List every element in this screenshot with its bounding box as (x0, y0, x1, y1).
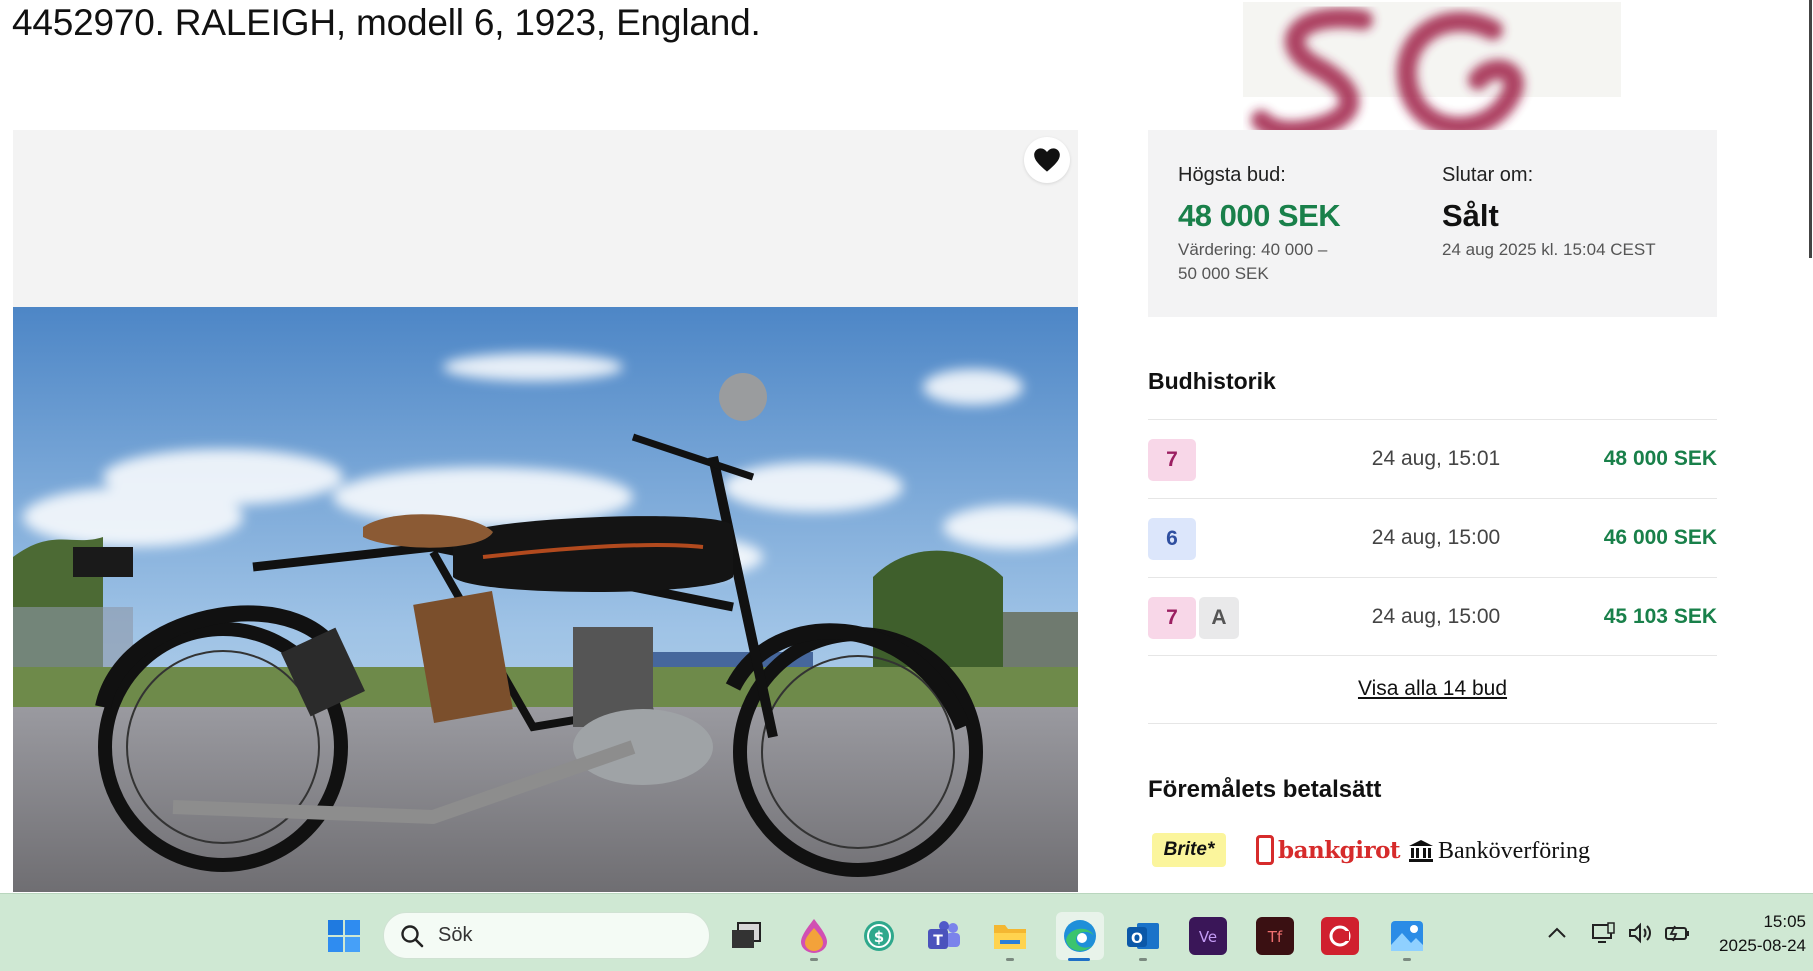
bankgirot-logo: bankgirot (1256, 831, 1401, 869)
running-indicator (1403, 958, 1411, 961)
network-icon[interactable] (1590, 921, 1616, 945)
red-app-button[interactable] (1321, 917, 1359, 955)
teams-app-button[interactable]: T (925, 917, 963, 955)
task-view-icon (732, 922, 761, 948)
ve-app-button[interactable]: Ve (1189, 917, 1227, 955)
outlook-app-button[interactable]: O (1124, 917, 1162, 955)
divider (1148, 723, 1717, 724)
paint-app-button[interactable] (795, 917, 833, 955)
file-explorer-button[interactable] (991, 917, 1029, 955)
ends-label: Slutar om: (1442, 164, 1534, 186)
highest-bid-value: 48 000 SEK (1178, 198, 1341, 233)
red-app-icon (1329, 925, 1351, 947)
bid-amount: 45 103 SEK (1603, 605, 1717, 628)
windows-start-icon (328, 920, 360, 952)
photos-app-button[interactable] (1388, 917, 1426, 955)
page-title: 4452970. RALEIGH, modell 6, 1923, Englan… (12, 2, 761, 43)
bank-transfer-method: Banköverföring (1408, 833, 1590, 869)
windows-start-button[interactable] (325, 917, 363, 955)
tf-app-button[interactable]: Tf (1256, 917, 1294, 955)
running-indicator (810, 958, 818, 961)
bankgirot-mark-icon (1256, 835, 1274, 865)
edge-icon (1064, 920, 1096, 952)
brite-logo: Brite* (1152, 833, 1226, 867)
svg-text:Tf: Tf (1267, 928, 1283, 946)
auto-bid-badge: A (1199, 597, 1239, 639)
edge-browser-button[interactable] (1056, 912, 1104, 960)
ends-date: 24 aug 2025 kl. 15:04 CEST (1442, 240, 1656, 259)
volume-icon[interactable] (1627, 921, 1653, 945)
money-app-button[interactable]: $ (860, 917, 898, 955)
task-view-button[interactable] (727, 917, 765, 955)
taskbar-search-box[interactable] (383, 912, 710, 959)
bank-icon (1409, 840, 1433, 862)
bidder-badge: 7 (1148, 597, 1196, 639)
bid-amount: 46 000 SEK (1603, 526, 1717, 549)
photos-icon (1391, 921, 1423, 951)
running-indicator (1006, 958, 1014, 961)
valuation-line-2: 50 000 SEK (1178, 264, 1269, 283)
bid-history-row: 7 A 24 aug, 15:00 45 103 SEK (1148, 577, 1717, 656)
favorite-button[interactable] (1024, 137, 1070, 183)
browser-page: 4452970. RALEIGH, modell 6, 1923, Englan… (0, 0, 1813, 971)
bid-history-title: Budhistorik (1148, 368, 1276, 394)
ends-status: Sålt (1442, 198, 1499, 233)
payment-methods-title: Föremålets betalsätt (1148, 776, 1382, 803)
heart-icon (1034, 148, 1060, 172)
bid-time: 24 aug, 15:01 (1371, 447, 1501, 470)
windows-taskbar (0, 893, 1813, 971)
taskbar-clock-date[interactable]: 2025-08-24 (1700, 936, 1806, 956)
bidder-badge: 6 (1148, 518, 1196, 560)
svg-text:Ve: Ve (1199, 928, 1217, 946)
bidder-badge: 7 (1148, 439, 1196, 481)
product-photo[interactable] (13, 307, 1078, 892)
active-indicator (1068, 958, 1090, 961)
taskbar-clock-time[interactable]: 15:05 (1722, 912, 1806, 932)
tf-app-icon: Tf (1267, 928, 1283, 946)
svg-text:T: T (933, 933, 943, 949)
chevron-up-icon[interactable] (1546, 925, 1568, 941)
bank-transfer-label: Banköverföring (1438, 837, 1590, 864)
svg-text:O: O (1131, 931, 1143, 947)
file-explorer-icon (994, 925, 1026, 949)
ve-app-icon: Ve (1199, 928, 1217, 946)
bid-history-row: 7 24 aug, 15:01 48 000 SEK (1148, 419, 1717, 498)
page-scrollbar[interactable] (1809, 0, 1812, 258)
paint-icon (801, 919, 827, 953)
bankgirot-text: bankgirot (1278, 836, 1401, 864)
bid-history-row: 6 24 aug, 15:00 46 000 SEK (1148, 498, 1717, 577)
svg-text:$: $ (874, 928, 884, 946)
running-indicator (1139, 958, 1147, 961)
bid-time: 24 aug, 15:00 (1371, 526, 1501, 549)
money-app-icon: $ (864, 921, 894, 951)
battery-icon[interactable] (1663, 921, 1691, 945)
divider (1148, 655, 1717, 656)
highest-bid-label: Högsta bud: (1178, 164, 1286, 186)
bid-amount: 48 000 SEK (1603, 447, 1717, 470)
taskbar-search-placeholder: Sök (438, 924, 473, 946)
search-icon (401, 925, 424, 948)
show-all-bids-link[interactable]: Visa alla 14 bud (1148, 677, 1717, 701)
motorcycle-photo-image (13, 307, 1078, 892)
teams-icon: T (928, 921, 960, 949)
outlook-icon: O (1127, 923, 1159, 949)
valuation-line-1: Värdering: 40 000 – (1178, 240, 1328, 259)
bid-time: 24 aug, 15:00 (1371, 605, 1501, 628)
